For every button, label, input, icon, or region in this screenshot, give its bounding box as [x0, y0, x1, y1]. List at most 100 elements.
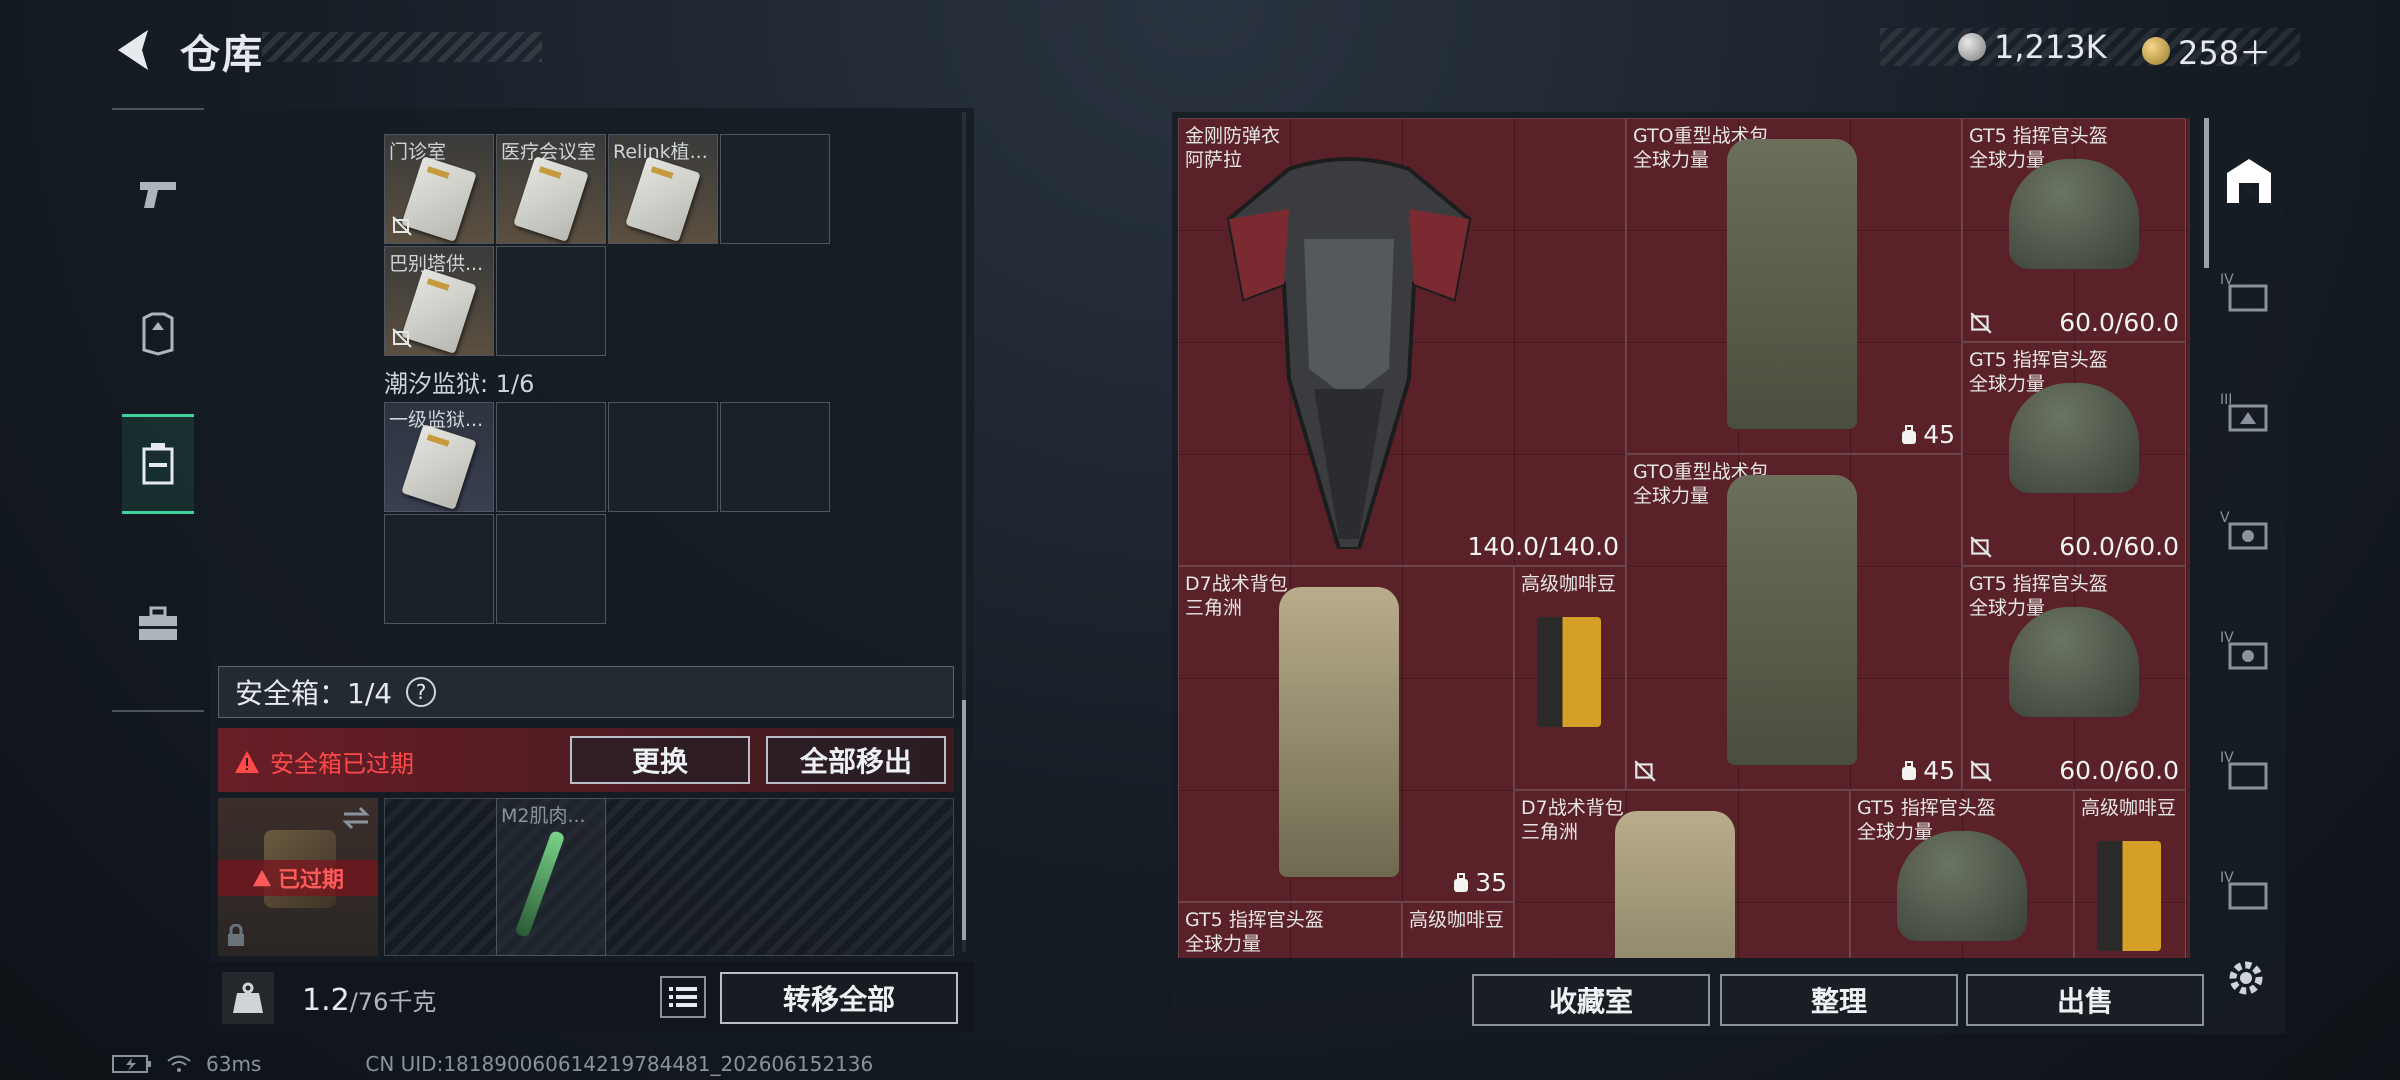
keycard-slot[interactable]: 医疗会议室: [496, 134, 606, 244]
gold-currency[interactable]: 258＋: [2142, 28, 2271, 74]
expired-message: 安全箱已过期: [234, 744, 414, 779]
bag-capacity-icon: [1902, 424, 1917, 444]
stash-item[interactable]: GT5 指挥官头盔 全球力量 60.0/60.0: [1962, 566, 2186, 790]
stash-tab[interactable]: IV: [2218, 862, 2274, 918]
safe-item-slot[interactable]: M2肌肉...: [496, 798, 606, 956]
stash-item[interactable]: 高级咖啡豆: [1402, 902, 1514, 958]
category-containers[interactable]: [122, 414, 194, 514]
keycard-slot[interactable]: 巴别塔供...: [384, 246, 494, 356]
silver-coin-icon: [1958, 33, 1986, 61]
empty-slot[interactable]: [496, 402, 606, 512]
no-bind-icon: [1634, 760, 1656, 782]
lock-icon: [228, 924, 244, 946]
swap-icon[interactable]: [342, 806, 370, 830]
durability: 140.0/140.0: [1467, 532, 1619, 561]
safe-box-item[interactable]: 已过期: [218, 798, 378, 956]
injector-icon: [514, 829, 566, 939]
stash-tab[interactable]: IV: [2218, 264, 2274, 320]
stash-item[interactable]: GTO重型战术包 全球力量 45: [1626, 454, 1962, 790]
item-faction: 全球力量: [1969, 597, 2046, 619]
sort-button[interactable]: 整理: [1720, 974, 1958, 1026]
keycard-icon: [401, 424, 477, 510]
list-view-button[interactable]: [660, 976, 706, 1018]
item-faction: 三角洲: [1185, 597, 1243, 619]
durability: 60.0/60.0: [2059, 532, 2179, 561]
collection-room-button[interactable]: 收藏室: [1472, 974, 1710, 1026]
empty-slot[interactable]: [496, 514, 606, 624]
warning-icon: [235, 750, 259, 773]
stash-tab[interactable]: IV: [2218, 742, 2274, 798]
stash-tab[interactable]: V: [2218, 502, 2274, 558]
item-name: 巴别塔供...: [389, 253, 484, 275]
stash-item[interactable]: GT5 指挥官头盔 全球力量 60.0/60.0: [1962, 118, 2186, 342]
item-name: M2肌肉...: [501, 805, 586, 827]
stash-tab-icon: IV: [2220, 630, 2268, 670]
stash-item[interactable]: GT5 指挥官头盔 全球力量: [1850, 790, 2074, 958]
silver-currency[interactable]: 1,213K: [1958, 28, 2107, 66]
keycard-slot[interactable]: Relink植...: [608, 134, 718, 244]
no-bind-icon: [1970, 760, 1992, 782]
item-name: 高级咖啡豆: [1409, 909, 1505, 931]
stash-grid: 金刚防弹衣 阿萨拉 140.0/140.0 GTO重型战术包 全球力量 45 G…: [1178, 118, 2190, 958]
backpack-icon: [1727, 475, 1857, 765]
replace-button[interactable]: 更换: [570, 736, 750, 784]
safe-box-label: 安全箱：1/4: [235, 677, 393, 710]
empty-slot[interactable]: [384, 514, 494, 624]
stash-item[interactable]: 金刚防弹衣 阿萨拉 140.0/140.0: [1178, 118, 1626, 566]
stash-item[interactable]: D7战术背包 三角洲: [1514, 790, 1850, 958]
sell-button[interactable]: 出售: [1966, 974, 2204, 1026]
title-decoration: [262, 32, 542, 62]
kg-weight-icon: [233, 982, 263, 1013]
transfer-all-button[interactable]: 转移全部: [720, 972, 958, 1024]
stash-tab[interactable]: IV: [2218, 622, 2274, 678]
weight-readout: 1.2/76千克: [302, 982, 436, 1018]
stash-item[interactable]: 高级咖啡豆: [1514, 566, 1626, 790]
stash-tab-icon: III: [2220, 392, 2268, 432]
keycard-icon: [625, 156, 701, 242]
stash-item[interactable]: D7战术背包 三角洲 35: [1178, 566, 1514, 902]
stash-scrollbar[interactable]: [2204, 118, 2209, 268]
back-button[interactable]: [108, 24, 160, 76]
empty-slot[interactable]: [496, 246, 606, 356]
section-label: 潮汐监狱: 1/6: [384, 370, 535, 398]
no-bind-icon: [392, 328, 412, 348]
stash-item[interactable]: GTO重型战术包 全球力量 45: [1626, 118, 1962, 454]
expired-tag: 已过期: [218, 860, 378, 896]
safe-box-slots: [384, 798, 954, 956]
help-icon[interactable]: ?: [406, 677, 437, 707]
capacity-count: 45: [1923, 756, 1955, 785]
item-faction: 全球力量: [1857, 821, 1934, 843]
keycard-slot[interactable]: 门诊室: [384, 134, 494, 244]
item-faction: 全球力量: [1969, 373, 2046, 395]
category-weapons[interactable]: [122, 144, 194, 244]
capacity-badge: 45: [1899, 756, 1955, 785]
empty-slot[interactable]: [720, 134, 830, 244]
remove-all-button[interactable]: 全部移出: [766, 736, 946, 784]
wifi-icon: [167, 1055, 191, 1072]
item-name: 高级咖啡豆: [2081, 797, 2177, 819]
empty-slot[interactable]: [608, 402, 718, 512]
bag-capacity-icon: [1902, 760, 1917, 780]
stash-tab[interactable]: III: [2218, 384, 2274, 440]
stash-tab-main[interactable]: [2218, 150, 2280, 212]
capacity-badge: 35: [1451, 868, 1507, 897]
keycard-slot[interactable]: 一级监狱...: [384, 402, 494, 512]
gear-icon: [2229, 961, 2263, 995]
item-name: 医疗会议室: [501, 141, 597, 163]
list-icon: [669, 987, 697, 1007]
stash-item[interactable]: GT5 指挥官头盔 全球力量: [1178, 902, 1402, 958]
scrollbar-thumb[interactable]: [962, 700, 966, 940]
item-name: GT5 指挥官头盔: [1969, 573, 2108, 595]
settings-button[interactable]: [2218, 950, 2274, 1006]
category-equipment[interactable]: [122, 284, 194, 384]
pistol-icon: [140, 182, 176, 208]
keycard-icon: [513, 156, 589, 242]
stash-item[interactable]: 高级咖啡豆: [2074, 790, 2186, 958]
durability: 60.0/60.0: [2059, 308, 2179, 337]
stash-item[interactable]: GT5 指挥官头盔 全球力量 60.0/60.0: [1962, 342, 2186, 566]
silver-amount: 1,213K: [1994, 28, 2107, 66]
empty-slot[interactable]: [720, 402, 830, 512]
item-name: 门诊室: [389, 141, 447, 163]
category-tools[interactable]: [122, 574, 194, 674]
armor-icon: [142, 312, 174, 356]
